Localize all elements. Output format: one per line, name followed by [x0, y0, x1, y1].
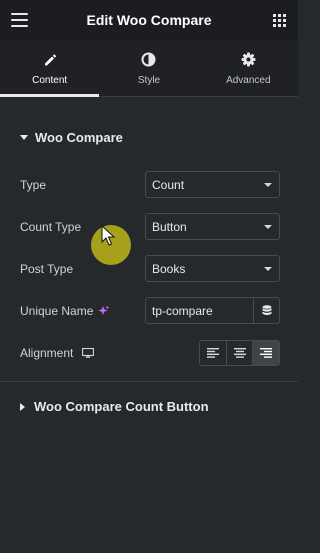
field-type-label: Type [20, 177, 47, 192]
align-center-icon [233, 348, 246, 358]
field-alignment-label: Alignment [20, 345, 95, 360]
tab-content[interactable]: Content [0, 40, 100, 97]
gear-icon [241, 51, 256, 69]
section-divider [0, 381, 298, 382]
align-left-icon [206, 348, 219, 358]
type-select[interactable]: Count [145, 171, 280, 198]
tab-advanced-label: Advanced [226, 74, 271, 86]
chevron-down-icon [264, 225, 272, 229]
editor-header: Edit Woo Compare [0, 0, 298, 40]
panel-tabs: Content Style Advanced [0, 40, 298, 97]
section-count-button-header[interactable]: Woo Compare Count Button [20, 399, 209, 414]
field-post-type: Post Type Books [20, 255, 280, 282]
database-icon [262, 305, 271, 316]
chevron-down-icon [264, 183, 272, 187]
collapsed-section-title: Woo Compare Count Button [34, 399, 209, 414]
field-unique-name: Unique Name [20, 297, 280, 324]
mouse-cursor-icon [101, 225, 116, 246]
field-unique-name-label: Unique Name [20, 304, 110, 318]
align-right-icon [260, 348, 273, 358]
count-type-select-value: Button [152, 219, 187, 234]
dynamic-tags-button[interactable] [253, 297, 280, 324]
tab-advanced[interactable]: Advanced [199, 40, 298, 96]
unique-name-label-text: Unique Name [20, 303, 94, 318]
field-count-type-label: Count Type [20, 219, 82, 234]
widgets-grid-icon[interactable] [273, 14, 286, 27]
desktop-icon[interactable] [82, 347, 95, 358]
caret-right-icon [20, 402, 25, 411]
field-count-type: Count Type Button [20, 213, 280, 240]
field-alignment: Alignment [20, 339, 280, 366]
hamburger-menu-icon[interactable] [11, 13, 28, 27]
align-right-button[interactable] [253, 341, 279, 365]
ai-sparkle-icon[interactable] [98, 305, 110, 317]
align-center-button[interactable] [226, 341, 254, 365]
tab-content-label: Content [32, 74, 68, 86]
caret-down-icon [20, 135, 28, 140]
field-type: Type Count [20, 171, 280, 198]
alignment-label-text: Alignment [20, 345, 74, 360]
alignment-control [199, 340, 280, 366]
section-title: Woo Compare [35, 130, 123, 145]
unique-name-input[interactable] [145, 297, 253, 324]
chevron-down-icon [264, 267, 272, 271]
count-type-select[interactable]: Button [145, 213, 280, 240]
contrast-icon [141, 51, 156, 69]
tab-style-label: Style [137, 74, 161, 86]
tab-style[interactable]: Style [99, 40, 198, 96]
post-type-select-value: Books [152, 261, 186, 276]
post-type-select[interactable]: Books [145, 255, 280, 282]
align-left-button[interactable] [200, 341, 227, 365]
field-post-type-label: Post Type [20, 261, 74, 276]
pencil-icon [43, 51, 57, 69]
type-select-value: Count [152, 177, 185, 192]
panel-title: Edit Woo Compare [86, 12, 212, 28]
section-woo-compare-header[interactable]: Woo Compare [20, 130, 123, 145]
